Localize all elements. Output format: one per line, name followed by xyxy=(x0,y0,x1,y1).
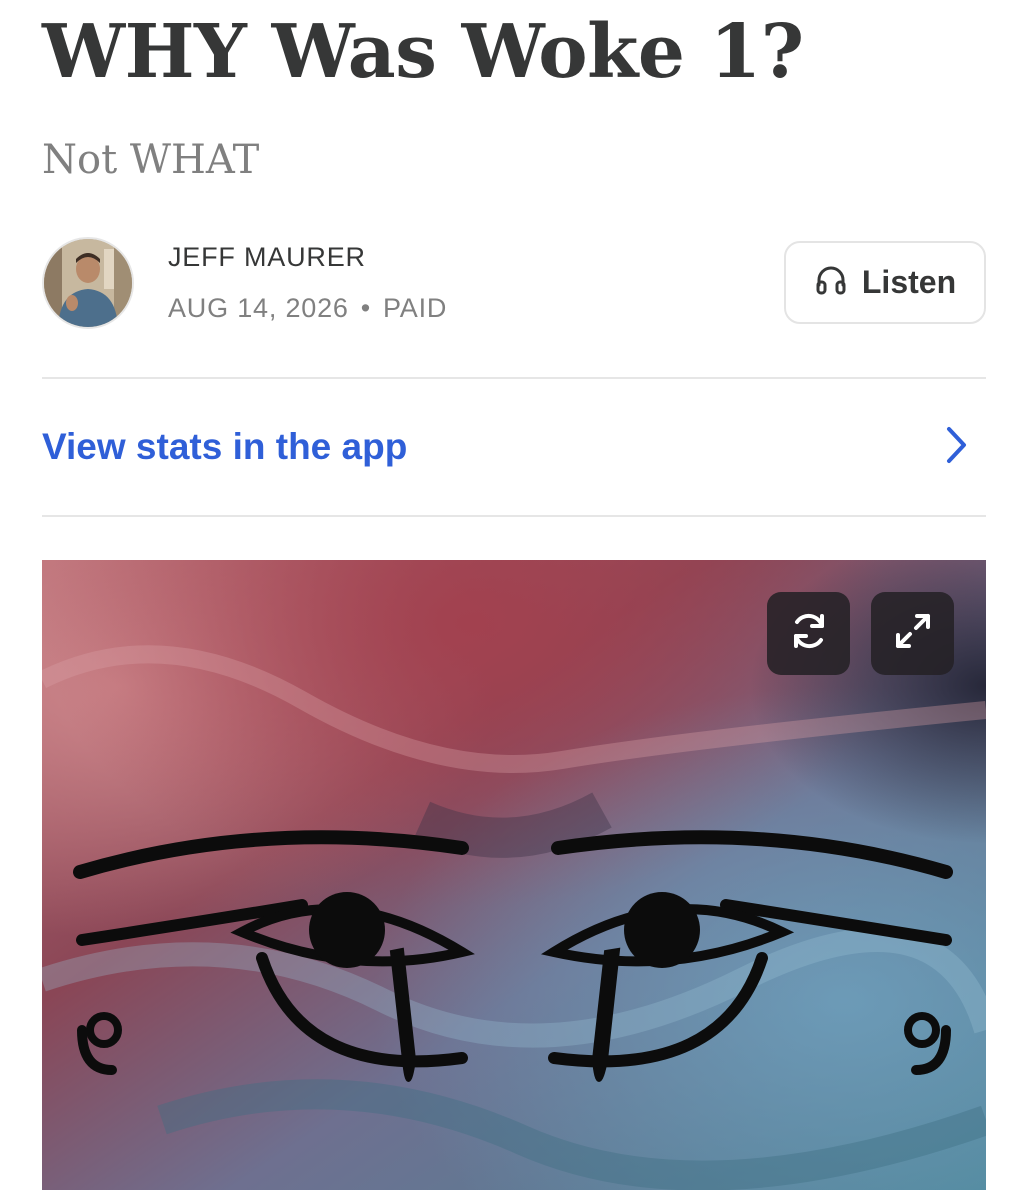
post-subtitle: Not WHAT xyxy=(42,137,260,183)
meta-separator: • xyxy=(360,293,371,323)
refresh-image-button[interactable] xyxy=(767,592,850,675)
divider-bottom xyxy=(42,515,986,517)
listen-label: Listen xyxy=(861,264,957,300)
post-title: WHY Was Woke 1? xyxy=(42,9,804,95)
avatar-photo xyxy=(44,239,132,327)
listen-button[interactable]: Listen xyxy=(784,241,986,324)
chevron-right-icon xyxy=(942,425,970,470)
access-badge: PAID xyxy=(382,293,448,323)
divider-top xyxy=(42,377,986,379)
author-name[interactable]: JEFF MAURER xyxy=(168,240,366,274)
refresh-icon xyxy=(786,608,832,659)
view-stats-label: View stats in the app xyxy=(42,426,408,467)
headphones-icon xyxy=(814,263,848,302)
post-meta: AUG 14, 2026 • PAID xyxy=(168,291,447,325)
hero-image[interactable] xyxy=(42,560,986,1190)
author-avatar[interactable] xyxy=(42,237,134,329)
expand-icon xyxy=(890,608,936,659)
post-date: AUG 14, 2026 xyxy=(168,293,349,323)
expand-image-button[interactable] xyxy=(871,592,954,675)
view-stats-link[interactable]: View stats in the app xyxy=(42,382,986,512)
